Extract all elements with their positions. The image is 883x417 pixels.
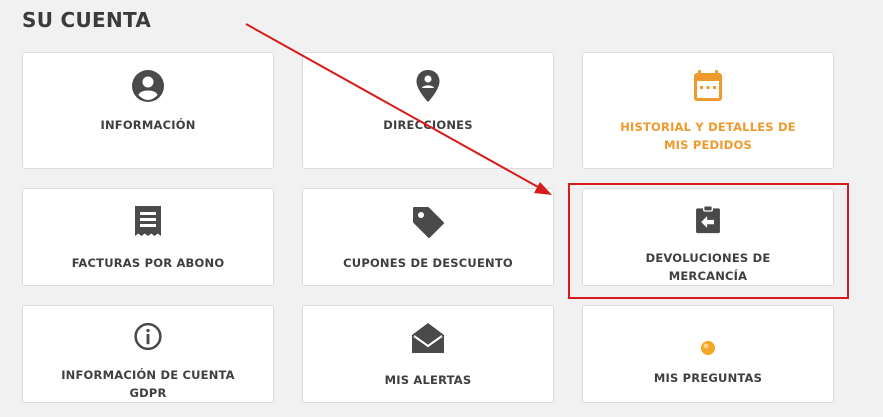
card-label: DEVOLUCIONES DE MERCANCÍA	[645, 251, 771, 283]
card-devoluciones-mercancia[interactable]: DEVOLUCIONES DE MERCANCÍA	[582, 188, 834, 286]
calendar-icon	[694, 70, 722, 101]
card-informacion[interactable]: INFORMACIÓN	[22, 52, 274, 169]
card-label: CUPONES DE DESCUENTO	[343, 256, 513, 270]
clipboard-return-icon	[696, 205, 720, 234]
card-label: DIRECCIONES	[383, 118, 473, 132]
card-mis-preguntas[interactable]: MIS PREGUNTAS	[582, 305, 834, 403]
receipt-icon	[135, 206, 161, 236]
envelope-open-icon	[412, 323, 444, 353]
card-label: INFORMACIÓN	[100, 118, 196, 132]
tag-icon	[413, 207, 444, 238]
card-label: FACTURAS POR ABONO	[71, 256, 225, 270]
user-circle-icon	[132, 70, 164, 102]
info-circle-icon	[134, 322, 162, 351]
card-cupones-descuento[interactable]: CUPONES DE DESCUENTO	[302, 188, 554, 286]
card-informacion-gdpr[interactable]: INFORMACIÓN DE CUENTA GDPR	[22, 305, 274, 403]
orange-dot-icon	[701, 341, 715, 355]
card-direcciones[interactable]: DIRECCIONES	[302, 52, 554, 169]
card-label: MIS ALERTAS	[384, 373, 472, 387]
card-historial-pedidos[interactable]: HISTORIAL Y DETALLES DE MIS PEDIDOS	[582, 52, 834, 169]
card-label: HISTORIAL Y DETALLES DE MIS PEDIDOS	[620, 120, 796, 152]
card-label: MIS PREGUNTAS	[653, 371, 763, 385]
card-mis-alertas[interactable]: MIS ALERTAS	[302, 305, 554, 403]
page-title: SU CUENTA	[22, 8, 152, 32]
map-marker-icon	[416, 70, 440, 102]
card-facturas-abono[interactable]: FACTURAS POR ABONO	[22, 188, 274, 286]
card-label: INFORMACIÓN DE CUENTA GDPR	[61, 368, 235, 400]
